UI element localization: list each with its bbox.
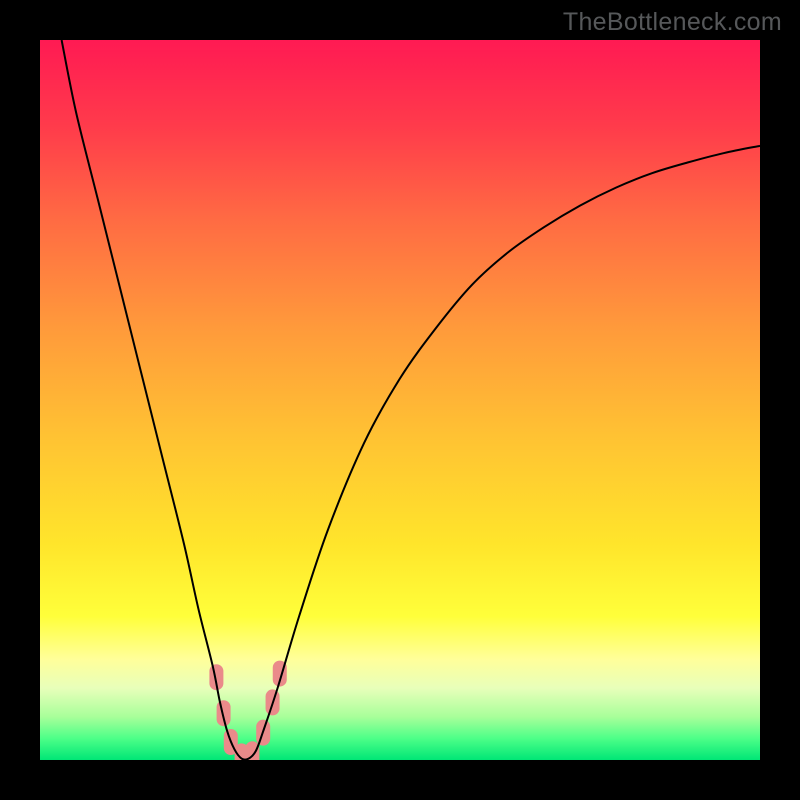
chart-svg	[40, 40, 760, 760]
highlight-marker	[217, 700, 231, 726]
plot-area	[40, 40, 760, 760]
highlight-marker	[245, 741, 259, 760]
chart-frame: TheBottleneck.com	[0, 0, 800, 800]
watermark-text: TheBottleneck.com	[563, 8, 782, 37]
